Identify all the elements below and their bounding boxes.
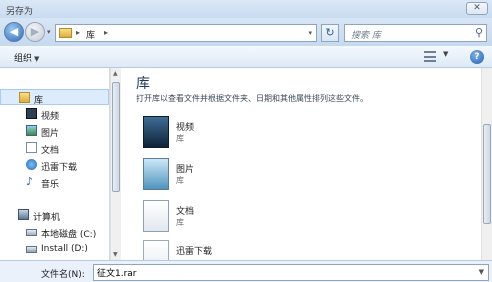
library-item-type: 库 (176, 218, 184, 227)
sidebar-item-label: 音乐 (41, 180, 60, 190)
drive-icon (26, 246, 37, 253)
close-button[interactable]: ✕ (466, 2, 488, 15)
title-bar: 另存为 ✕ (0, 0, 492, 18)
recent-pages-dropdown[interactable]: ▾ (47, 28, 51, 36)
sidebar-item-libraries[interactable]: 库 (0, 89, 109, 106)
command-toolbar: 组织 ▼ ▼ ? (0, 46, 492, 68)
chevron-down-icon: ▼ (443, 50, 449, 58)
sidebar-item-label: 本地磁盘 (C:) (41, 230, 97, 240)
search-box[interactable]: 搜索 库 ⚲ (344, 24, 487, 42)
library-item-name: 图片 (176, 165, 195, 175)
library-item-pictures[interactable]: 图片 库 (139, 158, 339, 196)
breadcrumb-library[interactable]: 库 (86, 28, 95, 41)
library-icon (19, 92, 30, 103)
sidebar-item-label: 计算机 (33, 213, 61, 223)
search-input[interactable]: 搜索 库 (351, 28, 381, 41)
window-title: 另存为 (6, 7, 34, 17)
filename-row: 文件名(N): ▼ (0, 260, 492, 282)
scrollbar-thumb[interactable] (483, 124, 491, 224)
sidebar-item-install-d[interactable]: Install (D:) (0, 241, 109, 257)
help-icon[interactable]: ? (470, 50, 484, 64)
filename-label: 文件名(N): (41, 270, 85, 280)
sidebar-item-videos[interactable]: 视频 (0, 106, 109, 122)
sidebar-item-thunder-downloads[interactable]: 迅雷下载 (0, 157, 109, 173)
breadcrumb-separator[interactable]: ▸ (76, 28, 80, 37)
sidebar-item-music[interactable]: ♪ 音乐 (0, 174, 109, 190)
document-icon (26, 142, 37, 153)
download-icon (26, 159, 37, 170)
library-item-type: 库 (176, 134, 184, 143)
sidebar-item-label: Install (D:) (41, 244, 88, 254)
organize-menu-button[interactable]: 组织 ▼ (14, 51, 39, 64)
navigation-pane: 库 视频 图片 文档 迅雷下载 ♪ 音乐 计算机 本地磁盘 (C:) Insta… (0, 68, 110, 260)
search-icon[interactable]: ⚲ (475, 26, 483, 39)
sidebar-item-label: 库 (34, 96, 44, 106)
library-item-type: 库 (176, 176, 184, 185)
page-title: 库 (136, 76, 150, 92)
video-library-icon (143, 116, 169, 148)
video-icon (26, 108, 37, 119)
file-list-pane: 库 打开库以查看文件并根据文件夹、日期和其他属性排列这些文件。 视频 库 图片 … (121, 68, 481, 272)
scroll-up-icon[interactable]: ▲ (113, 70, 118, 77)
address-history-dropdown[interactable]: ▾ (308, 29, 312, 37)
navigation-pane-scrollbar[interactable]: ▲ ▼ (110, 68, 121, 260)
sidebar-item-pictures[interactable]: 图片 (0, 123, 109, 139)
address-bar[interactable]: ▸ 库 ▸ ▾ (55, 24, 317, 42)
navigation-bar: ◀ ▶ ▾ ▸ 库 ▸ ▾ ↻ 搜索 库 ⚲ (0, 18, 492, 46)
view-options-button[interactable]: ▼ (422, 50, 452, 64)
view-list-icon (424, 51, 436, 62)
music-icon: ♪ (26, 175, 34, 188)
document-library-icon (143, 200, 169, 232)
forward-button[interactable]: ▶ (25, 22, 45, 42)
scrollbar-thumb[interactable] (112, 82, 120, 192)
organize-label: 组织 (14, 54, 33, 64)
filename-field[interactable] (97, 266, 467, 279)
back-button[interactable]: ◀ (4, 22, 24, 42)
sidebar-item-label: 文档 (41, 146, 60, 156)
library-description: 打开库以查看文件并根据文件夹、日期和其他属性排列这些文件。 (136, 94, 368, 103)
file-list-scrollbar[interactable] (481, 68, 492, 260)
drive-icon (26, 229, 37, 236)
scroll-down-icon[interactable]: ▼ (113, 251, 118, 258)
sidebar-item-local-disk-c[interactable]: 本地磁盘 (C:) (0, 224, 109, 240)
library-folder-icon (59, 28, 72, 38)
picture-library-icon (143, 158, 169, 190)
sidebar-item-documents[interactable]: 文档 (0, 140, 109, 156)
refresh-button[interactable]: ↻ (321, 24, 339, 42)
sidebar-item-label: 迅雷下载 (41, 163, 78, 173)
picture-icon (26, 125, 37, 136)
sidebar-item-label: 视频 (41, 112, 60, 122)
library-item-name: 迅雷下载 (176, 247, 213, 257)
sidebar-item-computer[interactable]: 计算机 (0, 207, 109, 223)
chevron-down-icon: ▼ (34, 55, 40, 63)
library-item-documents[interactable]: 文档 库 (139, 200, 339, 238)
library-item-name: 视频 (176, 123, 195, 133)
filename-combobox[interactable]: ▼ (93, 264, 489, 281)
computer-icon (18, 209, 29, 220)
library-item-videos[interactable]: 视频 库 (139, 116, 339, 154)
sidebar-item-label: 图片 (41, 129, 60, 139)
chevron-down-icon[interactable]: ▼ (479, 268, 484, 276)
library-item-name: 文档 (176, 207, 195, 217)
breadcrumb-separator[interactable]: ▸ (104, 28, 108, 37)
